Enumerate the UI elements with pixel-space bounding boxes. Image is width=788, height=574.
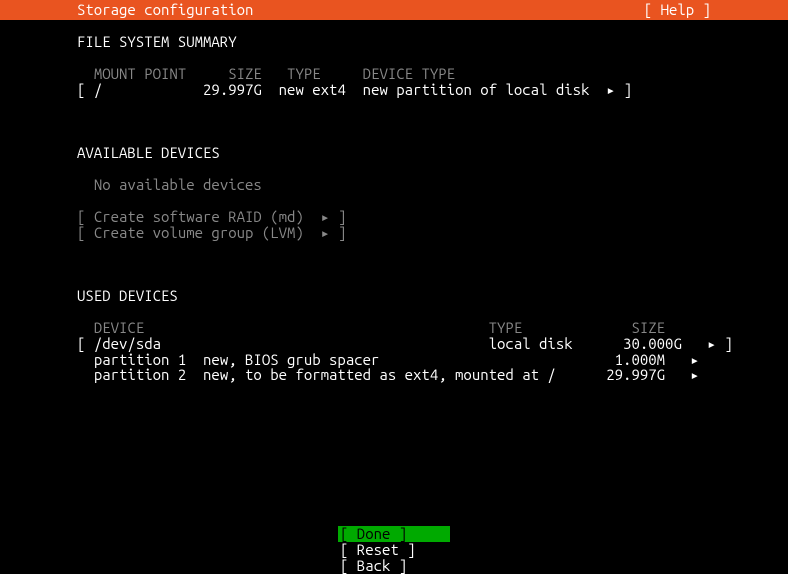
raid-label: Create software RAID (md): [94, 208, 304, 225]
partition1-row[interactable]: partition 1 new, BIOS grub spacer 1.000M…: [77, 352, 788, 368]
chevron-right-icon: ▸: [707, 335, 716, 352]
fs-row-lbracket: [: [77, 81, 85, 98]
disk-name: /dev/sda: [94, 335, 161, 352]
part2-name: partition 2: [94, 366, 186, 383]
fs-row-type: new ext4: [279, 81, 346, 98]
back-rbracket: ]: [399, 557, 407, 574]
fs-row-mount: /: [94, 81, 102, 98]
disk-row[interactable]: [ /dev/sda local disk 30.000G ▸ ]: [77, 336, 788, 352]
filesystem-row[interactable]: [ / 29.997G new ext4 new partition of lo…: [77, 82, 788, 98]
header-bar: Storage configuration [ Help ]: [0, 0, 788, 20]
create-lvm-button[interactable]: [ Create volume group (LVM) ▸ ]: [77, 225, 788, 241]
reset-label: Reset: [348, 541, 407, 558]
used-header-type: TYPE: [489, 319, 523, 336]
filesystem-summary-title: FILE SYSTEM SUMMARY: [77, 34, 788, 50]
done-label: Done: [348, 525, 398, 542]
used-header-device: DEVICE: [94, 319, 144, 336]
part1-size: 1.000M: [615, 351, 665, 368]
help-button[interactable]: [ Help ]: [644, 2, 711, 18]
filesystem-headers: MOUNT POINT SIZE TYPE DEVICE TYPE: [77, 66, 788, 82]
chevron-right-icon: ▸: [690, 351, 699, 368]
chevron-right-icon: ▸: [321, 208, 330, 225]
page-title: Storage configuration: [77, 2, 253, 18]
disk-type: local disk: [489, 335, 573, 352]
disk-lbracket: [: [77, 335, 85, 352]
used-devices-headers: DEVICE TYPE SIZE: [77, 320, 788, 336]
part1-name: partition 1: [94, 351, 186, 368]
fs-row-device: new partition of local disk: [363, 81, 590, 98]
no-devices-text: No available devices: [94, 176, 262, 193]
chevron-right-icon: ▸: [690, 366, 699, 383]
raid-lbracket: [: [77, 208, 85, 225]
fs-header-device: DEVICE TYPE: [363, 65, 455, 82]
used-devices-title: USED DEVICES: [77, 288, 788, 304]
create-raid-button[interactable]: [ Create software RAID (md) ▸ ]: [77, 209, 788, 225]
lvm-lbracket: [: [77, 224, 85, 241]
fs-header-type: TYPE: [287, 65, 321, 82]
fs-header-size: SIZE: [228, 65, 262, 82]
part2-size: 29.997G: [606, 366, 665, 383]
fs-row-rbracket: ]: [624, 81, 632, 98]
lvm-label: Create volume group (LVM): [94, 224, 304, 241]
used-header-size: SIZE: [631, 319, 665, 336]
chevron-right-icon: ▸: [606, 81, 615, 98]
done-rbracket: ]: [399, 525, 407, 542]
fs-header-mount: MOUNT POINT: [94, 65, 186, 82]
disk-rbracket: ]: [725, 335, 733, 352]
button-group: [ Done ] [ Reset ] [ Back ]: [0, 526, 788, 574]
done-button[interactable]: [ Done ]: [338, 526, 450, 542]
back-button[interactable]: [ Back ]: [338, 558, 450, 574]
partition2-row[interactable]: partition 2 new, to be formatted as ext4…: [77, 367, 788, 383]
available-devices-title: AVAILABLE DEVICES: [77, 145, 788, 161]
back-label: Back: [348, 557, 398, 574]
fs-row-size: 29.997G: [203, 81, 262, 98]
part2-desc: new, to be formatted as ext4, mounted at…: [203, 366, 556, 383]
no-available-devices: No available devices: [77, 177, 788, 193]
main-content: FILE SYSTEM SUMMARY MOUNT POINT SIZE TYP…: [0, 20, 788, 383]
disk-size: 30.000G: [623, 335, 682, 352]
part1-desc: new, BIOS grub spacer: [203, 351, 379, 368]
raid-rbracket: ]: [338, 208, 346, 225]
reset-button[interactable]: [ Reset ]: [338, 542, 450, 558]
lvm-rbracket: ]: [338, 224, 346, 241]
reset-rbracket: ]: [407, 541, 415, 558]
chevron-right-icon: ▸: [321, 224, 330, 241]
